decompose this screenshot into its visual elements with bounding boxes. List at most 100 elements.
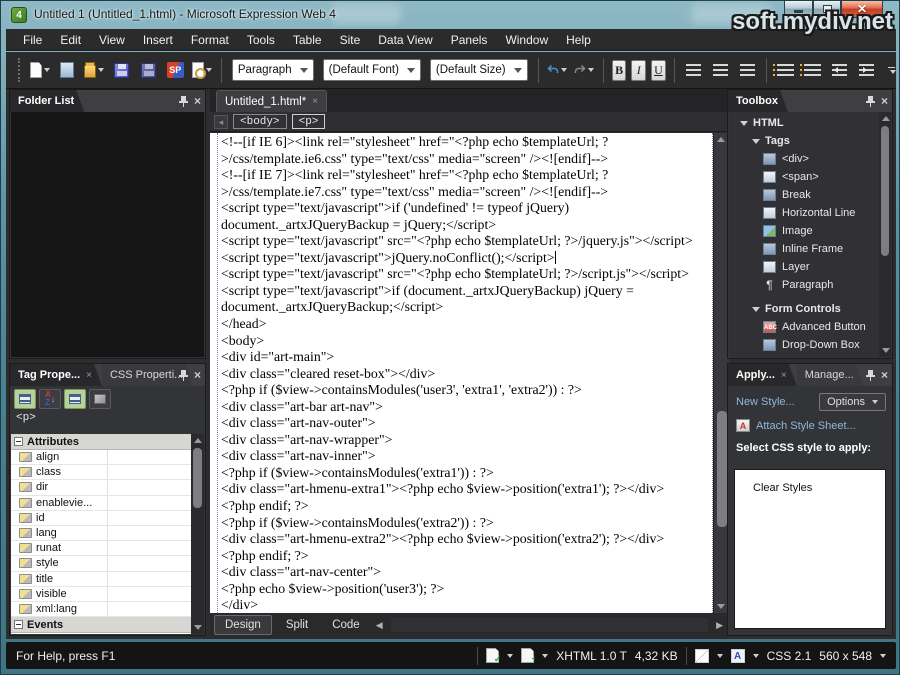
dropdown-caret-icon[interactable]: [753, 654, 759, 658]
code-editor[interactable]: <!--[if IE 6]><link rel="stylesheet" hre…: [217, 133, 713, 613]
attribute-row[interactable]: dir: [11, 480, 191, 495]
toolbox-item-horizontal-line[interactable]: Horizontal Line: [729, 204, 879, 222]
view-tab-split[interactable]: Split: [276, 616, 318, 634]
toolbox-item-form[interactable]: Form: [729, 354, 879, 357]
toolbar-grip[interactable]: [18, 58, 21, 82]
style-application-icon[interactable]: A: [731, 649, 745, 663]
attribute-row[interactable]: xml:lang: [11, 602, 191, 617]
superpreview-button[interactable]: SP: [163, 57, 187, 83]
view-tab-design[interactable]: Design: [214, 615, 272, 635]
code-errors-icon[interactable]: +: [521, 648, 534, 663]
redo-button[interactable]: [572, 57, 596, 83]
close-panel-icon[interactable]: ×: [881, 369, 888, 381]
scrollbar-thumb[interactable]: [717, 411, 727, 526]
horizontal-scrollbar[interactable]: [391, 618, 708, 632]
toolbox-item-layer[interactable]: Layer: [729, 258, 879, 276]
tag-scroll-left-icon[interactable]: ◂: [214, 115, 228, 129]
show-categorized-button[interactable]: [14, 389, 36, 409]
new-document-button[interactable]: [28, 57, 52, 83]
menu-help[interactable]: Help: [557, 30, 600, 50]
toolbar-options-button[interactable]: [888, 67, 896, 74]
toolbox-item-div[interactable]: <div>: [729, 150, 879, 168]
folder-list-title[interactable]: Folder List: [10, 90, 84, 112]
tag-breadcrumb-p[interactable]: <p>: [292, 114, 326, 129]
menu-view[interactable]: View: [90, 30, 134, 50]
paragraph-style-combobox[interactable]: Paragraph: [232, 59, 314, 81]
toolbox-item-inline-frame[interactable]: Inline Frame: [729, 240, 879, 258]
toolbox-item-break[interactable]: Break: [729, 186, 879, 204]
menu-insert[interactable]: Insert: [134, 30, 182, 50]
increase-indent-button[interactable]: [855, 57, 879, 83]
dropdown-caret-icon[interactable]: [542, 654, 548, 658]
undo-button[interactable]: [545, 57, 569, 83]
attribute-row[interactable]: visible: [11, 587, 191, 602]
options-button[interactable]: Options: [819, 393, 886, 411]
folder-list-content[interactable]: [11, 112, 204, 357]
tab-apply-styles[interactable]: Apply...×: [728, 364, 797, 386]
toolbox-item-drop-down-box[interactable]: Drop-Down Box: [729, 336, 879, 354]
pin-icon[interactable]: [179, 96, 188, 107]
preview-in-browser-button[interactable]: [190, 57, 214, 83]
attach-style-sheet-link[interactable]: Attach Style Sheet...: [756, 420, 856, 432]
toolbox-item-paragraph[interactable]: ¶Paragraph: [729, 276, 879, 294]
attribute-row[interactable]: align: [11, 450, 191, 465]
pin-icon[interactable]: [179, 370, 188, 381]
attribute-row[interactable]: class: [11, 465, 191, 480]
dimensions-caret-icon[interactable]: [880, 654, 886, 658]
page-dimensions-indicator[interactable]: 560 x 548: [819, 649, 872, 663]
toolbox-title[interactable]: Toolbox: [728, 90, 788, 112]
close-panel-icon[interactable]: ×: [194, 95, 201, 107]
scrollbar-thumb[interactable]: [193, 448, 202, 508]
menu-format[interactable]: Format: [182, 30, 238, 50]
menu-site[interactable]: Site: [331, 30, 370, 50]
attribute-row[interactable]: style: [11, 556, 191, 571]
menu-data-view[interactable]: Data View: [369, 30, 441, 50]
decrease-indent-button[interactable]: [828, 57, 852, 83]
menu-table[interactable]: Table: [284, 30, 331, 50]
menu-panels[interactable]: Panels: [442, 30, 497, 50]
hscroll-left-icon[interactable]: ◀: [370, 620, 389, 631]
attribute-row[interactable]: id: [11, 511, 191, 526]
pin-icon[interactable]: [866, 370, 875, 381]
toolbox-item-span[interactable]: <span>: [729, 168, 879, 186]
toolbox-scrollbar[interactable]: [879, 112, 891, 357]
align-right-button[interactable]: [735, 57, 759, 83]
visual-aids-icon[interactable]: [695, 649, 709, 663]
font-family-combobox[interactable]: (Default Font): [323, 59, 421, 81]
style-item-clear-styles[interactable]: Clear Styles: [735, 470, 885, 494]
new-style-link[interactable]: New Style...: [736, 396, 795, 408]
open-site-button[interactable]: [55, 57, 79, 83]
attribute-row[interactable]: lang: [11, 526, 191, 541]
sort-alphabetical-button[interactable]: AZ↓: [39, 389, 61, 409]
menu-tools[interactable]: Tools: [238, 30, 284, 50]
align-left-button[interactable]: [681, 57, 705, 83]
attribute-row[interactable]: enablevie...: [11, 496, 191, 511]
save-all-button[interactable]: [136, 57, 160, 83]
close-panel-icon[interactable]: ×: [194, 369, 201, 381]
numbered-list-button[interactable]: [774, 57, 798, 83]
events-section-header[interactable]: Events: [11, 617, 191, 633]
toolbox-item-advanced-button[interactable]: ABCAdvanced Button: [729, 318, 879, 336]
align-center-button[interactable]: [708, 57, 732, 83]
toolbox-group-tags[interactable]: Tags: [729, 132, 879, 150]
underline-button[interactable]: U: [651, 60, 666, 81]
pin-icon[interactable]: [866, 96, 875, 107]
show-set-properties-button[interactable]: [64, 389, 86, 409]
send-to-quick-tag-button[interactable]: [89, 389, 111, 409]
selection-margin[interactable]: [210, 133, 217, 613]
scrollbar-thumb[interactable]: [881, 126, 889, 256]
bullet-list-button[interactable]: [801, 57, 825, 83]
toolbox-group-form-controls[interactable]: Form Controls: [729, 300, 879, 318]
attribute-row[interactable]: title: [11, 572, 191, 587]
menu-edit[interactable]: Edit: [51, 30, 90, 50]
save-button[interactable]: [109, 57, 133, 83]
toolbox-item-image[interactable]: Image: [729, 222, 879, 240]
font-size-combobox[interactable]: (Default Size): [430, 59, 528, 81]
document-tab-close-icon[interactable]: ×: [312, 96, 318, 107]
view-tab-code[interactable]: Code: [322, 616, 370, 634]
tab-close-icon[interactable]: ×: [781, 370, 787, 381]
bold-button[interactable]: B: [612, 60, 627, 81]
doctype-indicator[interactable]: XHTML 1.0 T: [556, 649, 627, 663]
compatibility-check-icon[interactable]: ✓: [486, 648, 499, 663]
tab-manage-styles[interactable]: Manage...: [797, 364, 864, 386]
